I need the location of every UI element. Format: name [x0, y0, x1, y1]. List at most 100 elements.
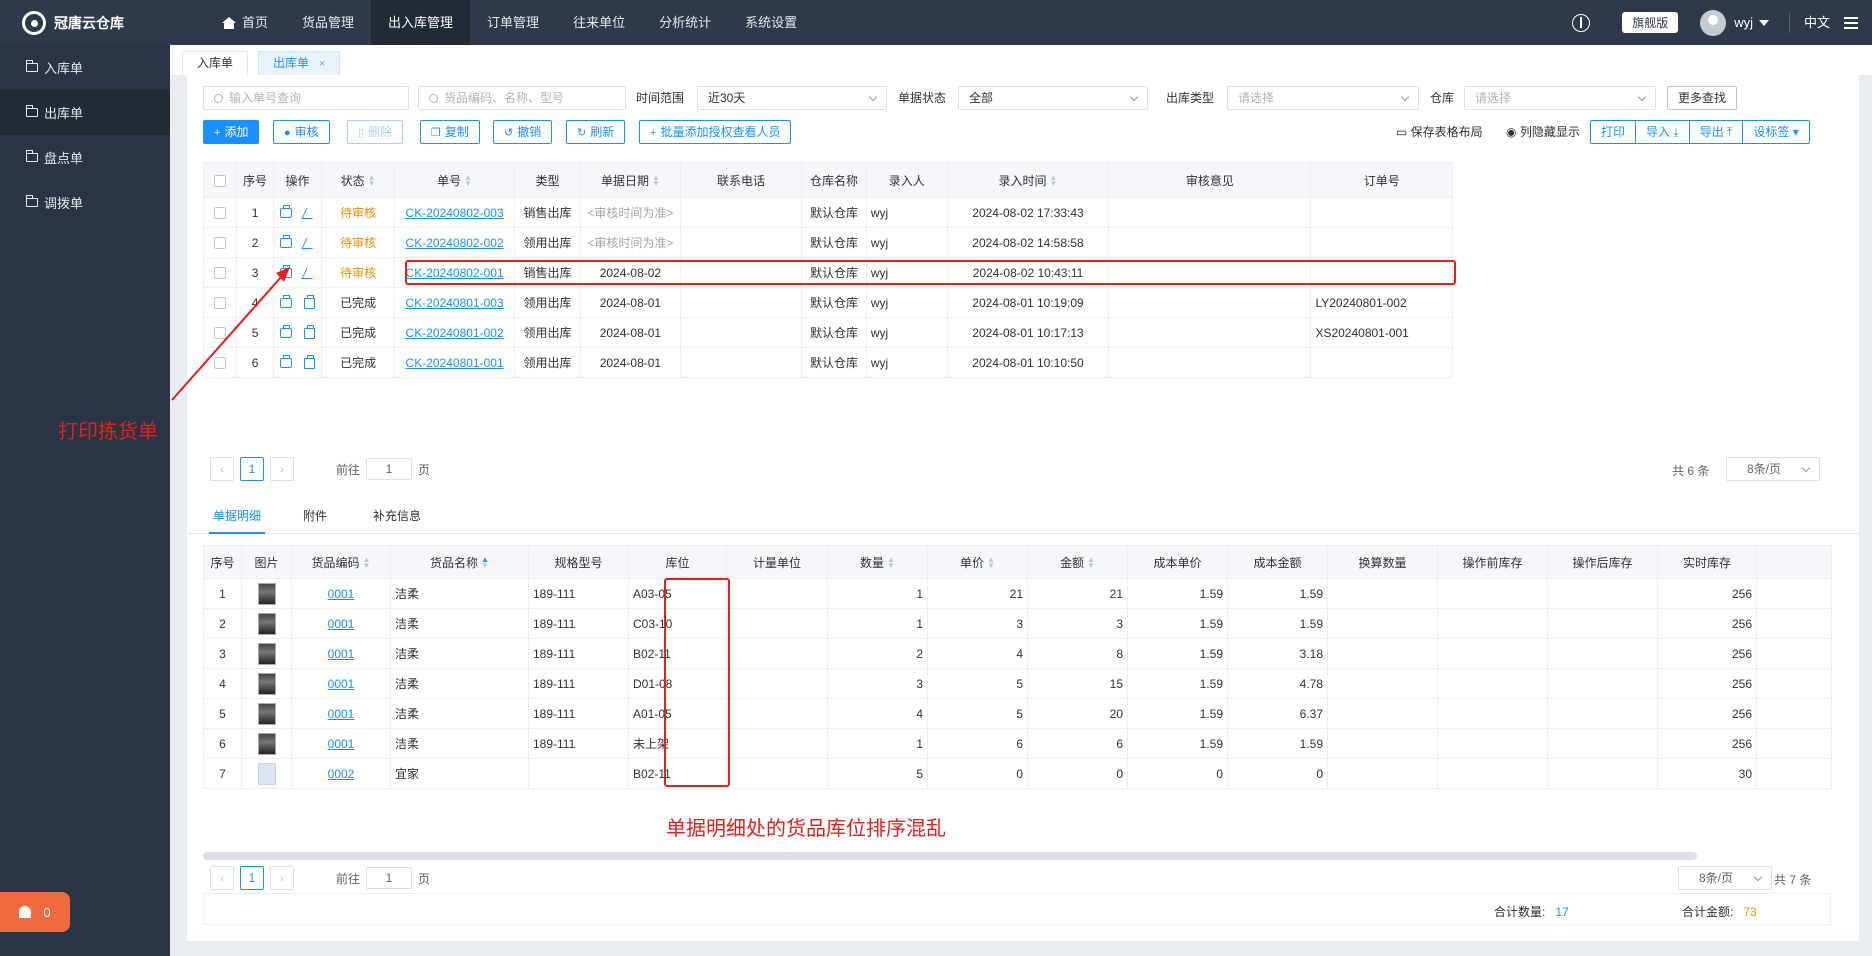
add-button[interactable]: + 添加 — [203, 120, 260, 144]
prev-page-button[interactable]: ‹ — [210, 457, 234, 481]
product-thumbnail[interactable] — [257, 642, 276, 665]
col-code[interactable]: 货品编码 ▲ ▼ — [291, 545, 391, 579]
sort-icon[interactable]: ▲ ▼ — [652, 174, 660, 188]
goods-search-input[interactable]: 货品编码、名称、型号 — [418, 86, 626, 110]
col-price[interactable]: 单价 ▲ ▼ — [927, 545, 1028, 579]
nav-goods[interactable]: 货品管理 — [285, 0, 371, 45]
row-code[interactable]: 0001 — [291, 728, 391, 759]
export-button[interactable]: 导出 ⤒ — [1690, 121, 1744, 143]
alarm-button[interactable]: 0 — [0, 892, 70, 932]
table-row[interactable]: 5 已完成 CK-20240801-002 领用出库 2024-08-01 默认仓库 wyj… — [202, 317, 1453, 348]
tab-outbound[interactable]: 出库单 × — [258, 51, 341, 75]
edition-badge[interactable]: 旗舰版 — [1622, 12, 1679, 33]
row-code[interactable]: 0001 — [291, 578, 391, 609]
menu-icon[interactable] — [1844, 16, 1858, 29]
row-checkbox[interactable] — [202, 287, 238, 318]
copy-button[interactable]: ❐ 复制 — [420, 120, 480, 144]
outbound-type-select[interactable]: 请选择 — [1227, 86, 1419, 110]
sidebar-item-transfer[interactable]: 调拨单 — [0, 180, 170, 225]
close-icon[interactable]: × — [319, 58, 325, 70]
table-row[interactable]: 3 0001 洁柔 189-111 B02-11 2 4 8 1.59 3.18 256 — [203, 638, 1832, 669]
download-icon[interactable] — [1572, 13, 1591, 32]
col-qty[interactable]: 数量 ▲ ▼ — [827, 545, 928, 579]
tab-extra[interactable]: 补充信息 — [373, 500, 421, 534]
revoke-button[interactable]: ↺ 撤销 — [493, 120, 553, 144]
product-thumbnail[interactable] — [257, 732, 276, 755]
order-search-input[interactable]: 输入单号查询 — [203, 86, 409, 110]
column-toggle-button[interactable]: ◉ 列隐藏显示 — [1506, 120, 1580, 144]
col-name[interactable]: 货品名称 ▲ ▼ — [390, 545, 529, 579]
row-image[interactable] — [241, 698, 292, 729]
print-icon[interactable] — [279, 295, 292, 309]
goto-input[interactable]: 1 — [366, 458, 413, 480]
print-icon[interactable] — [279, 325, 292, 339]
table-row[interactable]: 5 0001 洁柔 189-111 A01-05 4 5 20 1.59 6.37 256 — [203, 698, 1832, 729]
row-image[interactable] — [241, 578, 292, 609]
product-thumbnail[interactable] — [257, 702, 276, 725]
tab-inbound[interactable]: 入库单 — [182, 51, 249, 75]
next-page-button[interactable]: › — [270, 866, 294, 890]
checkbox[interactable] — [214, 357, 227, 370]
row-order-link[interactable]: CK-20240801-001 — [393, 347, 516, 378]
checkbox[interactable] — [214, 267, 227, 280]
print-button[interactable]: 打印 — [1591, 121, 1637, 143]
goto-input[interactable]: 1 — [366, 867, 413, 889]
col-date[interactable]: 单据日期 ▲ ▼ — [579, 162, 681, 198]
table-row[interactable]: 2 0001 洁柔 189-111 C03-10 1 3 3 1.59 1.59 256 — [203, 608, 1832, 639]
checkbox[interactable] — [214, 207, 227, 220]
nav-analytics[interactable]: 分析统计 — [642, 0, 728, 45]
row-image[interactable] — [241, 728, 292, 759]
row-code[interactable]: 0001 — [291, 668, 391, 699]
horizontal-scrollbar[interactable] — [203, 852, 1697, 860]
audit-button[interactable]: ● 审核 — [273, 120, 330, 144]
print-icon[interactable] — [279, 355, 292, 369]
sidebar-item-inbound[interactable]: 入库单 — [0, 45, 170, 90]
app-logo[interactable]: 冠唐云仓库 — [22, 10, 124, 36]
batch-authorize-button[interactable]: + 批量添加授权查看人员 — [639, 120, 792, 144]
username[interactable]: wyj — [1734, 15, 1753, 30]
row-image[interactable] — [241, 608, 292, 639]
edit-square-icon[interactable] — [303, 354, 315, 369]
edit-icon[interactable] — [301, 237, 318, 249]
refresh-button[interactable]: ↻ 刷新 — [566, 120, 626, 144]
delete-button[interactable]: ▯ 删除 — [347, 120, 404, 144]
nav-stock-io[interactable]: 出入库管理 — [371, 0, 471, 45]
table-row[interactable]: 1 0001 洁柔 189-111 A03-05 1 21 21 1.59 1.59 256 — [203, 578, 1832, 609]
sort-icon[interactable]: ▲ ▼ — [363, 556, 371, 570]
col-status[interactable]: 状态 ▲ ▼ — [321, 162, 395, 198]
label-settings-button[interactable]: 设标签 ▾ — [1743, 121, 1808, 143]
print-icon[interactable] — [279, 265, 292, 279]
avatar[interactable] — [1700, 9, 1727, 36]
print-icon[interactable] — [279, 205, 292, 219]
row-checkbox[interactable] — [202, 317, 238, 348]
row-order-link[interactable]: CK-20240802-003 — [393, 197, 516, 228]
checkbox[interactable] — [214, 297, 227, 310]
edit-square-icon[interactable] — [303, 294, 315, 309]
col-amount[interactable]: 金额 ▲ ▼ — [1027, 545, 1128, 579]
next-page-button[interactable]: › — [270, 457, 294, 481]
page-size-select[interactable]: 8条/页 — [1726, 457, 1820, 481]
sort-icon[interactable]: ▲ ▼ — [481, 556, 489, 570]
sidebar-item-stocktake[interactable]: 盘点单 — [0, 135, 170, 180]
checkbox[interactable] — [214, 174, 227, 187]
row-checkbox[interactable] — [202, 257, 238, 288]
row-checkbox[interactable] — [202, 347, 238, 378]
nav-partners[interactable]: 往来单位 — [556, 0, 642, 45]
print-icon[interactable] — [279, 235, 292, 249]
chevron-down-icon[interactable] — [1758, 19, 1769, 26]
sidebar-item-outbound[interactable]: 出库单 — [0, 90, 170, 135]
nav-home[interactable]: 首页 — [205, 0, 285, 45]
table-row[interactable]: 6 0001 洁柔 189-111 未上架 1 6 6 1.59 1.59 256 — [203, 728, 1832, 759]
checkbox[interactable] — [214, 237, 227, 250]
product-thumbnail[interactable] — [257, 582, 276, 605]
warehouse-select[interactable]: 请选择 — [1464, 86, 1656, 110]
sort-icon[interactable]: ▲ ▼ — [1087, 556, 1095, 570]
row-code[interactable]: 0001 — [291, 698, 391, 729]
table-row[interactable]: 6 已完成 CK-20240801-001 领用出库 2024-08-01 默认仓库 wyj… — [202, 347, 1453, 378]
row-code[interactable]: 0002 — [291, 758, 391, 789]
sort-icon[interactable]: ▲ ▼ — [887, 556, 895, 570]
sort-icon[interactable]: ▲ ▼ — [987, 556, 995, 570]
language-switch[interactable]: 中文 — [1788, 12, 1844, 33]
page-size-select[interactable]: 8条/页 — [1678, 866, 1772, 890]
sort-icon[interactable]: ▲ ▼ — [464, 174, 472, 188]
